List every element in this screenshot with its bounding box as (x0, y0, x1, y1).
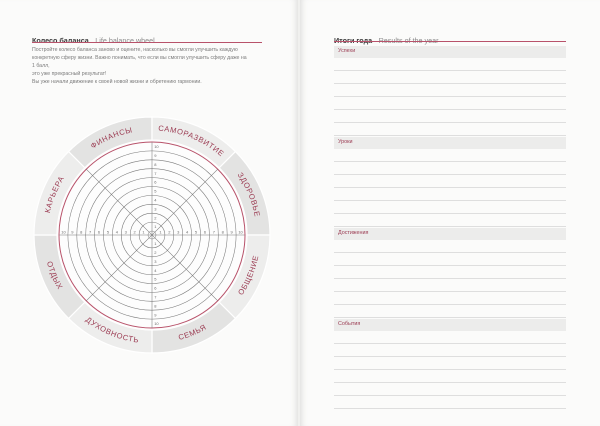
writing-line[interactable] (334, 357, 566, 370)
writing-line[interactable] (334, 71, 566, 84)
left-title-ru: Колесо баланса (32, 36, 89, 45)
writing-line[interactable] (334, 188, 566, 201)
writing-line[interactable] (334, 240, 566, 253)
intro-line: Постройте колесо баланса заново и оценит… (32, 47, 238, 53)
left-page: Колесо баланса Life balance wheel Постро… (0, 0, 298, 426)
writing-line[interactable] (334, 123, 566, 136)
wheel-scale-label: 10 (238, 229, 243, 234)
writing-line[interactable] (334, 279, 566, 292)
section-label: Успехи (338, 48, 356, 54)
intro-line: Вы уже начали движение к своей новой жиз… (32, 79, 202, 85)
left-header-rule (32, 42, 262, 43)
writing-line[interactable] (334, 175, 566, 188)
writing-line[interactable] (334, 214, 566, 227)
writing-line[interactable] (334, 396, 566, 409)
writing-lines[interactable] (334, 149, 566, 227)
section-header: Успехи (334, 46, 566, 58)
writing-line[interactable] (334, 97, 566, 110)
left-page-header: Колесо баланса Life balance wheel (32, 30, 262, 45)
wheel-scale-label: 10 (61, 229, 66, 234)
writing-line[interactable] (334, 58, 566, 71)
section-label: Достижения (338, 230, 369, 236)
section-events: События (334, 319, 566, 409)
wheel-scale-label: 10 (154, 144, 159, 149)
section-achievements: Достижения (334, 228, 566, 318)
writing-line[interactable] (334, 266, 566, 279)
writing-lines[interactable] (334, 331, 566, 409)
writing-line[interactable] (334, 201, 566, 214)
section-successes: Успехи (334, 46, 566, 136)
writing-line[interactable] (334, 110, 566, 123)
notebook-spread: Колесо баланса Life balance wheel Постро… (0, 0, 600, 426)
life-balance-wheel: 123456789101 2 3 4 5 6 7 8 9 10123456789101234567… (33, 116, 271, 354)
section-lessons: Уроки (334, 137, 566, 227)
section-header: События (334, 319, 566, 331)
writing-line[interactable] (334, 331, 566, 344)
writing-line[interactable] (334, 84, 566, 97)
writing-line[interactable] (334, 162, 566, 175)
writing-line[interactable] (334, 149, 566, 162)
intro-text: Постройте колесо баланса заново и оценит… (32, 46, 247, 86)
writing-line[interactable] (334, 344, 566, 357)
wheel-scale-label: 10 (154, 321, 159, 326)
writing-line[interactable] (334, 253, 566, 266)
section-header: Уроки (334, 137, 566, 149)
writing-lines[interactable] (334, 58, 566, 136)
right-header-rule (334, 41, 566, 42)
section-header: Достижения (334, 228, 566, 240)
writing-line[interactable] (334, 370, 566, 383)
writing-line[interactable] (334, 292, 566, 305)
writing-line[interactable] (334, 305, 566, 318)
writing-lines[interactable] (334, 240, 566, 318)
writing-line[interactable] (334, 383, 566, 396)
intro-line: это уже прекрасный результат! (32, 71, 107, 77)
left-title-en: Life balance wheel (95, 36, 155, 45)
section-label: Уроки (338, 139, 353, 145)
section-label: События (338, 321, 361, 327)
intro-line: конкретную сферу жизни. Важно понимать, … (32, 55, 247, 69)
